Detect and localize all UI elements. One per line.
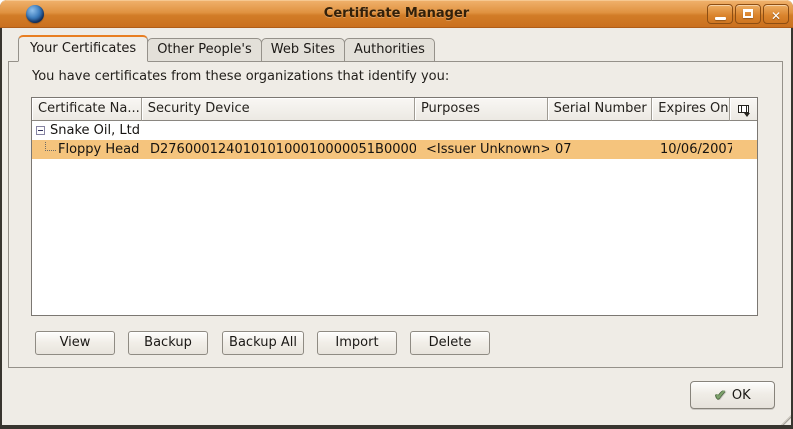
maximize-icon xyxy=(743,9,753,18)
table-row-group[interactable]: Snake Oil, Ltd xyxy=(32,121,757,140)
tab-your-certificates[interactable]: Your Certificates xyxy=(18,35,148,62)
column-header-expires-on[interactable]: Expires On xyxy=(652,98,730,121)
column-picker-button[interactable] xyxy=(730,98,757,121)
certificate-manager-window: Certificate Manager ✕ Your Certificates … xyxy=(0,0,793,429)
cell-expires-on: 10/06/2007 xyxy=(654,140,732,159)
check-icon: ✔ xyxy=(714,388,727,403)
minimize-icon xyxy=(715,17,726,20)
delete-button[interactable]: Delete xyxy=(410,331,490,355)
import-button[interactable]: Import xyxy=(317,331,397,355)
tab-authorities[interactable]: Authorities xyxy=(344,38,435,62)
column-header-certificate-name[interactable]: Certificate Na... xyxy=(32,98,142,121)
backup-button[interactable]: Backup xyxy=(128,331,208,355)
column-header-security-device[interactable]: Security Device xyxy=(142,98,415,121)
certificate-tree[interactable]: Certificate Na... Security Device Purpos… xyxy=(31,97,758,316)
view-button[interactable]: View xyxy=(35,331,115,355)
tab-web-sites[interactable]: Web Sites xyxy=(261,38,345,62)
close-icon: ✕ xyxy=(771,9,781,23)
window-title: Certificate Manager xyxy=(0,0,793,28)
titlebar[interactable]: Certificate Manager ✕ xyxy=(0,0,793,28)
tree-body: Snake Oil, Ltd Floppy Head D276000124010… xyxy=(32,121,757,159)
group-label: Snake Oil, Ltd xyxy=(50,121,140,140)
column-picker-icon xyxy=(738,105,749,113)
ok-button-label: OK xyxy=(732,388,751,403)
column-header-serial-number[interactable]: Serial Number xyxy=(548,98,653,121)
collapse-expander-icon[interactable] xyxy=(36,126,45,135)
table-row-certificate[interactable]: Floppy Head D27600012401010100010000051B… xyxy=(32,140,757,159)
tab-strip: Your Certificates Other People's Web Sit… xyxy=(18,35,434,62)
maximize-button[interactable] xyxy=(735,4,761,24)
cell-purposes: <Issuer Unknown> xyxy=(416,140,549,159)
tree-branch-icon xyxy=(45,142,56,151)
tab-other-peoples[interactable]: Other People's xyxy=(147,38,262,62)
column-header-purposes[interactable]: Purposes xyxy=(415,98,548,121)
panel-description: You have certificates from these organiz… xyxy=(32,69,449,84)
minimize-button[interactable] xyxy=(707,4,733,24)
dialog-content: Your Certificates Other People's Web Sit… xyxy=(2,28,791,425)
tree-header: Certificate Na... Security Device Purpos… xyxy=(32,98,757,121)
resize-grip[interactable] xyxy=(778,415,791,425)
cell-serial-number: 07 xyxy=(549,140,654,159)
close-button[interactable]: ✕ xyxy=(763,4,789,24)
cell-security-device: D27600012401010100010000051B0000 xyxy=(142,140,416,159)
backup-all-button[interactable]: Backup All xyxy=(222,331,304,355)
ok-button[interactable]: ✔ OK xyxy=(690,381,775,409)
cell-certificate-name: Floppy Head xyxy=(32,140,142,159)
